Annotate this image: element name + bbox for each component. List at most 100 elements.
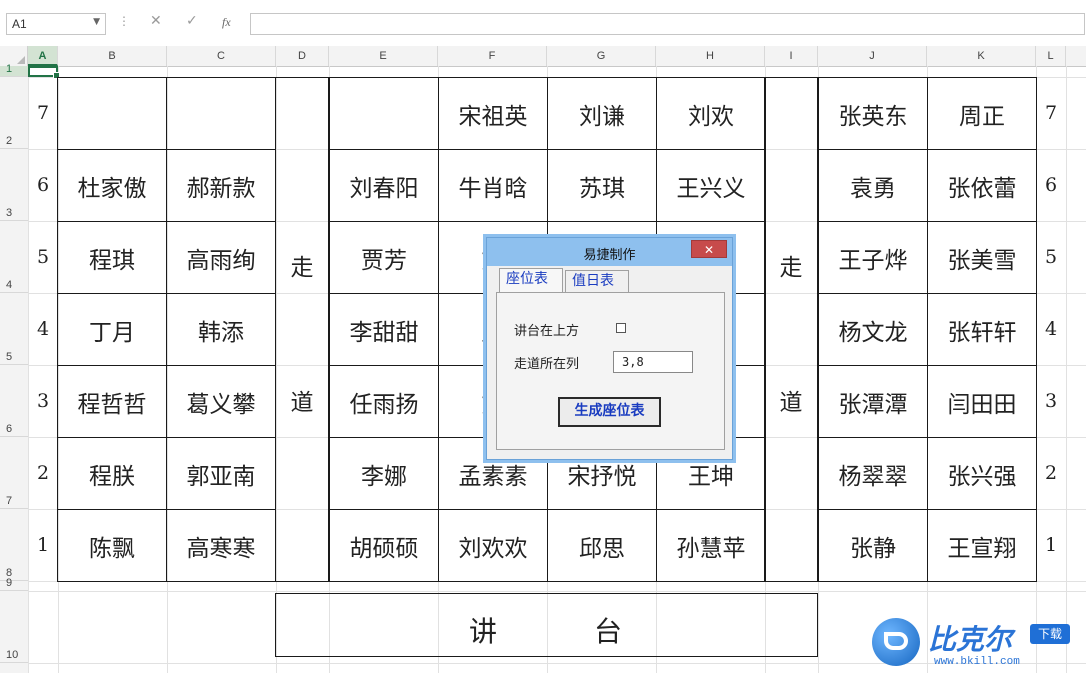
row-number-right: 5 xyxy=(1044,246,1058,268)
select-all-corner[interactable] xyxy=(0,46,28,66)
row-header-2[interactable]: 2 xyxy=(0,77,28,149)
column-header-k[interactable]: K xyxy=(927,46,1036,66)
row-number-left: 2 xyxy=(36,462,50,484)
seat-cell[interactable]: 王兴义 xyxy=(656,149,766,222)
cancel-icon[interactable]: ✕ xyxy=(150,13,162,29)
seat-cell[interactable]: 王子烨 xyxy=(818,221,928,294)
seat-cell[interactable]: 郭亚南 xyxy=(166,437,276,510)
row-number-right: 2 xyxy=(1044,462,1058,484)
seat-cell[interactable]: 胡硕硕 xyxy=(329,509,439,582)
seat-cell[interactable]: 韩添 xyxy=(166,293,276,366)
seat-cell[interactable]: 刘春阳 xyxy=(329,149,439,222)
seat-cell[interactable]: 杨翠翠 xyxy=(818,437,928,510)
seat-cell[interactable]: 贾芳 xyxy=(329,221,439,294)
insert-function-icon[interactable]: fx xyxy=(222,15,231,30)
seat-cell[interactable]: 张静 xyxy=(818,509,928,582)
close-icon[interactable]: ✕ xyxy=(691,240,727,258)
column-header-b[interactable]: B xyxy=(58,46,167,66)
generate-seating-button[interactable]: 生成座位表 xyxy=(558,397,661,427)
column-header-f[interactable]: F xyxy=(438,46,547,66)
seat-cell[interactable]: 李甜甜 xyxy=(329,293,439,366)
seat-cell[interactable]: 张兴强 xyxy=(927,437,1037,510)
seat-cell[interactable]: 孙慧苹 xyxy=(656,509,766,582)
seat-cell[interactable] xyxy=(57,77,167,150)
row-number: 9 xyxy=(6,577,13,589)
dialog-title-bar[interactable]: 易捷制作 ✕ xyxy=(487,238,732,266)
row-header-10[interactable]: 10 xyxy=(0,591,28,663)
seat-cell[interactable]: 丁月 xyxy=(57,293,167,366)
aisle-columns-label: 走道所在列 xyxy=(514,357,580,372)
column-header-d[interactable]: D xyxy=(276,46,329,66)
seat-cell[interactable]: 高寒寒 xyxy=(166,509,276,582)
seat-cell[interactable]: 刘欢欢 xyxy=(438,509,548,582)
seat-cell[interactable]: 闫田田 xyxy=(927,365,1037,438)
aisle-columns-input[interactable]: 3,8 xyxy=(613,351,693,373)
seat-cell[interactable]: 李娜 xyxy=(329,437,439,510)
seat-cell[interactable]: 牛肖晗 xyxy=(438,149,548,222)
name-box-value: A1 xyxy=(12,17,27,31)
seat-cell[interactable]: 张轩轩 xyxy=(927,293,1037,366)
row-header-6[interactable]: 6 xyxy=(0,365,28,437)
aisle-char-bottom: 道 xyxy=(290,390,314,416)
row-number: 6 xyxy=(6,423,13,435)
seat-cell[interactable] xyxy=(166,77,276,150)
seat-cell[interactable]: 张潭潭 xyxy=(818,365,928,438)
seat-cell[interactable]: 郝新款 xyxy=(166,149,276,222)
row-header-8[interactable]: 8 xyxy=(0,509,28,581)
seat-cell[interactable]: 王宣翔 xyxy=(927,509,1037,582)
name-box[interactable]: A1 ▼ xyxy=(6,13,106,35)
column-header-g[interactable]: G xyxy=(547,46,656,66)
active-cell-a1[interactable] xyxy=(28,66,60,79)
row-number-left: 6 xyxy=(36,174,50,196)
row-number: 5 xyxy=(6,351,13,363)
seat-cell[interactable]: 张英东 xyxy=(818,77,928,150)
tab-seating[interactable]: 座位表 xyxy=(499,268,563,292)
row-number-right: 6 xyxy=(1044,174,1058,196)
seat-cell[interactable]: 任雨扬 xyxy=(329,365,439,438)
tab-duty[interactable]: 值日表 xyxy=(565,270,629,292)
seat-cell[interactable]: 邱思 xyxy=(547,509,657,582)
column-header-e[interactable]: E xyxy=(329,46,438,66)
seat-cell[interactable]: 葛义攀 xyxy=(166,365,276,438)
podium-char-left: 讲 xyxy=(469,615,498,648)
row-header-9[interactable]: 9 xyxy=(0,577,28,591)
column-header-c[interactable]: C xyxy=(167,46,276,66)
brand-url: www.bkill.com xyxy=(934,656,1020,668)
seat-cell[interactable]: 陈飘 xyxy=(57,509,167,582)
seat-cell[interactable]: 杜家傲 xyxy=(57,149,167,222)
row-number: 4 xyxy=(6,279,13,291)
row-number: 7 xyxy=(6,495,13,507)
row-header-7[interactable]: 7 xyxy=(0,437,28,509)
column-header-j[interactable]: J xyxy=(818,46,927,66)
row-header-3[interactable]: 3 xyxy=(0,149,28,221)
seat-cell[interactable]: 刘欢 xyxy=(656,77,766,150)
seat-cell[interactable]: 程朕 xyxy=(57,437,167,510)
row-number-left: 3 xyxy=(36,390,50,412)
podium-top-checkbox[interactable] xyxy=(616,323,626,333)
seat-cell[interactable]: 袁勇 xyxy=(818,149,928,222)
formula-input[interactable] xyxy=(250,13,1085,35)
enter-icon[interactable]: ✓ xyxy=(186,13,198,29)
column-header-h[interactable]: H xyxy=(656,46,765,66)
seat-cell[interactable]: 宋祖英 xyxy=(438,77,548,150)
row-header-5[interactable]: 5 xyxy=(0,293,28,365)
row-header-1[interactable]: 1 xyxy=(0,63,28,77)
aisle-char-top: 走 xyxy=(290,255,314,281)
seat-cell[interactable]: 张美雪 xyxy=(927,221,1037,294)
seat-cell[interactable]: 程哲哲 xyxy=(57,365,167,438)
watermark-logo: 比克尔 下载 www.bkill.com xyxy=(872,612,1086,673)
seat-cell[interactable] xyxy=(329,77,439,150)
seat-cell[interactable]: 程琪 xyxy=(57,221,167,294)
aisle-left: 走 道 xyxy=(275,77,329,582)
column-header-a[interactable]: A xyxy=(28,46,58,66)
seat-cell[interactable]: 杨文龙 xyxy=(818,293,928,366)
seat-cell[interactable]: 高雨绚 xyxy=(166,221,276,294)
column-header-i[interactable]: I xyxy=(765,46,818,66)
seat-cell[interactable]: 张依蕾 xyxy=(927,149,1037,222)
column-header-l[interactable]: L xyxy=(1036,46,1066,66)
chevron-down-icon[interactable]: ▼ xyxy=(93,17,100,27)
seat-cell[interactable]: 苏琪 xyxy=(547,149,657,222)
seat-cell[interactable]: 周正 xyxy=(927,77,1037,150)
seat-cell[interactable]: 刘谦 xyxy=(547,77,657,150)
row-header-4[interactable]: 4 xyxy=(0,221,28,293)
